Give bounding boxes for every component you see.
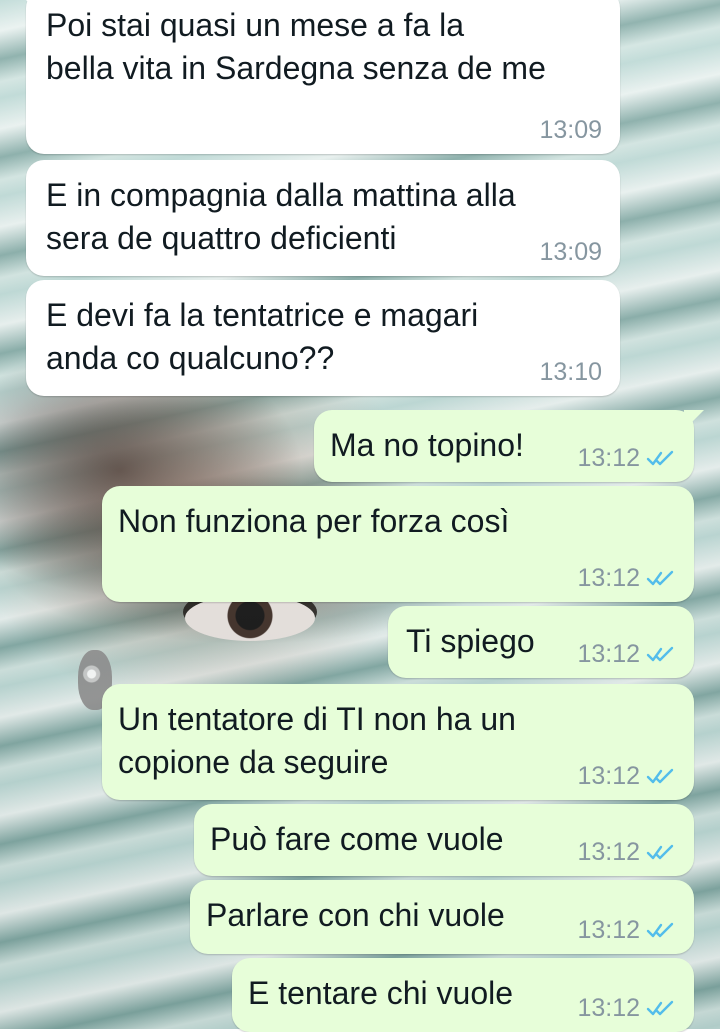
message-meta: 13:12 — [577, 838, 676, 866]
double-check-icon — [646, 922, 674, 938]
message-text-line: Può fare come vuole — [210, 821, 504, 857]
message-text-line: anda co qualcuno?? — [46, 340, 335, 376]
message-text-line: E in compagnia dalla mattina alla — [46, 177, 516, 213]
message-meta: 13:09 — [539, 238, 602, 266]
message-time: 13:10 — [539, 358, 602, 386]
message-bubble-incoming[interactable]: Poi stai quasi un mese a fa la bella vit… — [16, 0, 620, 154]
message-bubble-outgoing[interactable]: E tentare chi vuole 13:12 — [232, 958, 694, 1032]
message-text-line: Ti spiego — [406, 623, 535, 659]
message-bubble-outgoing[interactable]: Non funziona per forza così 13:12 — [102, 486, 694, 602]
message-text-line: copione da seguire — [118, 744, 389, 780]
message-bubble-incoming[interactable]: E devi fa la tentatrice e magari anda co… — [26, 280, 620, 396]
message-bubble-outgoing[interactable]: Ma no topino! 13:12 — [314, 410, 704, 482]
message-text-line: E tentare chi vuole — [248, 975, 514, 1011]
double-check-icon — [646, 450, 674, 466]
message-bubble-outgoing[interactable]: Un tentatore di TI non ha un copione da … — [102, 684, 694, 800]
message-text-line: Parlare con chi vuole — [206, 897, 505, 933]
message-time: 13:12 — [577, 838, 640, 866]
message-meta: 13:12 — [577, 564, 676, 592]
message-text-line: Un tentatore di TI non ha un — [118, 701, 516, 737]
bubble-tail — [684, 410, 704, 430]
message-meta: 13:12 — [577, 444, 676, 472]
message-bubble-incoming[interactable]: E in compagnia dalla mattina alla sera d… — [26, 160, 620, 276]
message-text-line: Poi stai quasi un mese a fa la — [46, 7, 465, 43]
message-time: 13:12 — [577, 994, 640, 1022]
message-time: 13:12 — [577, 762, 640, 790]
message-time: 13:09 — [539, 116, 602, 144]
double-check-icon — [646, 1000, 674, 1016]
message-meta: 13:12 — [577, 916, 676, 944]
double-check-icon — [646, 768, 674, 784]
message-text-line: sera de quattro deficienti — [46, 220, 397, 256]
message-meta: 13:09 — [539, 116, 602, 144]
message-text-line: E devi fa la tentatrice e magari — [46, 297, 479, 333]
double-check-icon — [646, 844, 674, 860]
message-text-line: bella vita in Sardegna senza de me — [46, 50, 546, 86]
message-meta: 13:12 — [577, 762, 676, 790]
message-text-line: Ma no topino! — [330, 427, 524, 463]
message-time: 13:12 — [577, 444, 640, 472]
double-check-icon — [646, 570, 674, 586]
message-time: 13:09 — [539, 238, 602, 266]
message-bubble-outgoing[interactable]: Ti spiego 13:12 — [388, 606, 694, 678]
bubble-tail — [16, 0, 36, 10]
message-time: 13:12 — [577, 916, 640, 944]
message-bubble-outgoing[interactable]: Può fare come vuole 13:12 — [194, 804, 694, 876]
message-meta: 13:12 — [577, 640, 676, 668]
message-text-line: Non funziona per forza così — [118, 503, 510, 539]
message-meta: 13:12 — [577, 994, 676, 1022]
message-meta: 13:10 — [539, 358, 602, 386]
double-check-icon — [646, 646, 674, 662]
message-time: 13:12 — [577, 564, 640, 592]
conversation-list[interactable]: Poi stai quasi un mese a fa la bella vit… — [0, 0, 720, 1032]
message-time: 13:12 — [577, 640, 640, 668]
message-bubble-outgoing[interactable]: Parlare con chi vuole 13:12 — [190, 880, 694, 954]
